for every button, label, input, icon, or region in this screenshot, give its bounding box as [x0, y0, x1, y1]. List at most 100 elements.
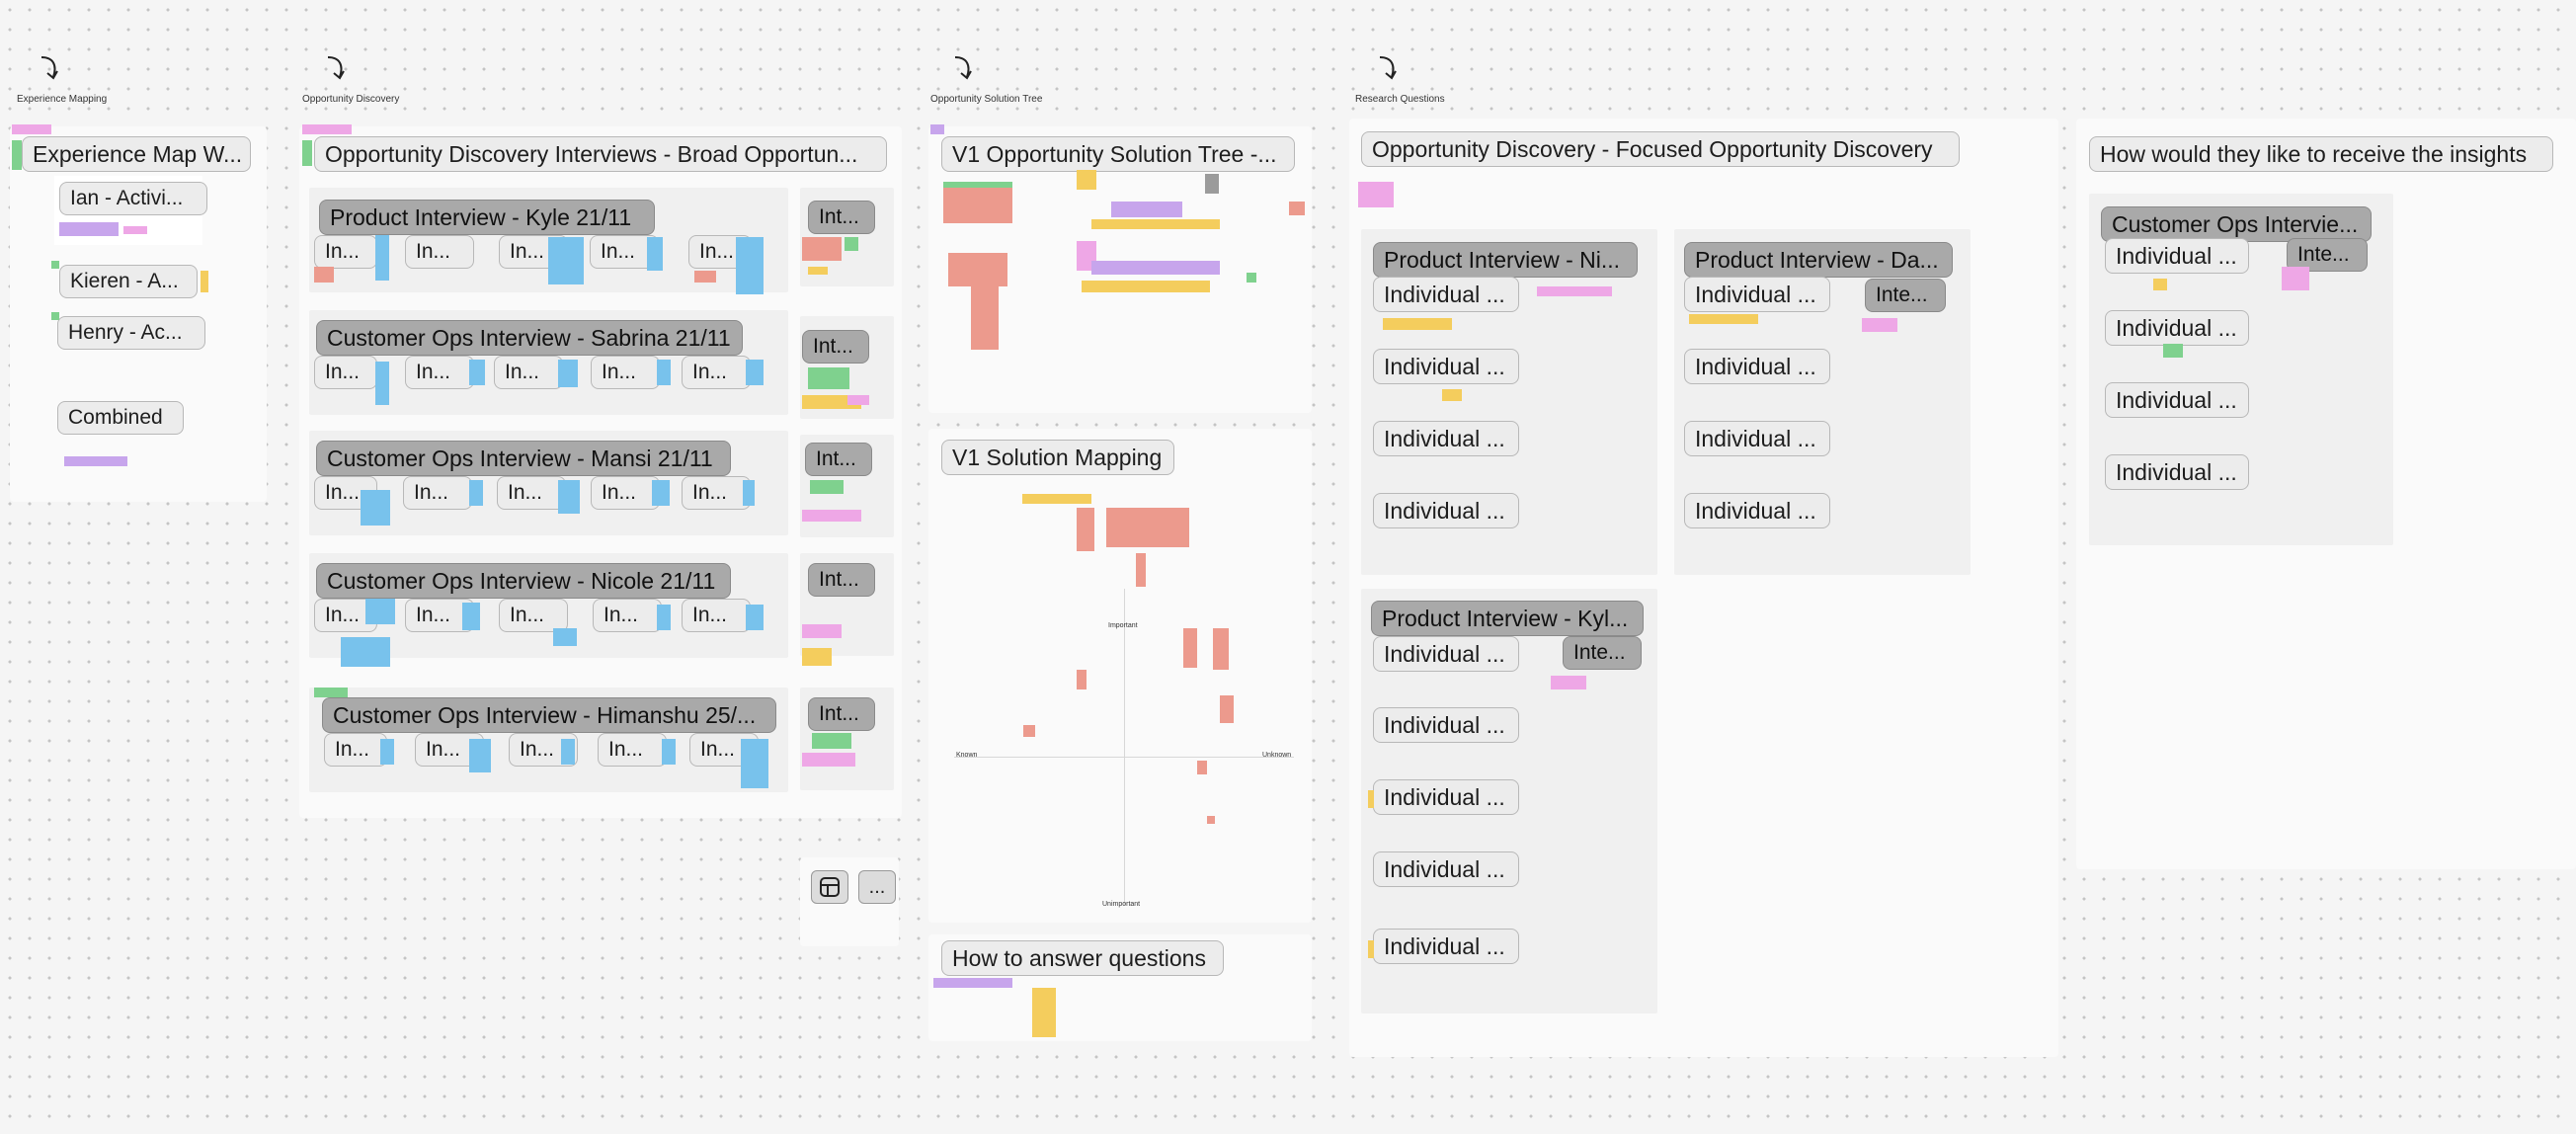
cell-label[interactable]: In... [593, 599, 662, 632]
cell-label[interactable]: In... [591, 476, 660, 510]
sticky-note[interactable] [845, 237, 858, 251]
frame-label-interview-mansi[interactable]: Customer Ops Interview - Mansi 21/11 [316, 441, 731, 476]
sticky-note[interactable] [469, 739, 491, 772]
sticky-note[interactable] [802, 624, 842, 638]
sticky-note[interactable] [1111, 202, 1182, 217]
frame-label-inte[interactable]: Inte... [1865, 279, 1946, 312]
cell-label[interactable]: In... [598, 733, 667, 767]
cell-label[interactable]: Individual ... [2105, 382, 2249, 418]
frame-label-product-da[interactable]: Product Interview - Da... [1684, 242, 1953, 278]
frame-label-kieren[interactable]: Kieren - A... [59, 265, 198, 298]
sticky-note[interactable] [741, 739, 768, 788]
layout-button[interactable] [811, 870, 848, 904]
frame-label-int[interactable]: Int... [802, 330, 869, 364]
sticky-note[interactable] [1213, 628, 1229, 670]
sticky-note[interactable] [943, 182, 1012, 188]
sticky-note[interactable] [462, 603, 480, 630]
sticky-note[interactable] [314, 267, 334, 283]
sticky-note[interactable] [553, 628, 577, 646]
frame-label-v1-tree[interactable]: V1 Opportunity Solution Tree -... [941, 136, 1295, 172]
sticky-note[interactable] [802, 753, 855, 767]
cell-label[interactable]: Individual ... [1373, 929, 1519, 964]
sticky-note[interactable] [1091, 261, 1220, 275]
cell-label[interactable]: Individual ... [1684, 493, 1830, 528]
frame-label-how-to[interactable]: How to answer questions [941, 940, 1224, 976]
sticky-note[interactable] [1197, 761, 1207, 774]
sticky-note[interactable] [375, 235, 389, 281]
sticky-note[interactable] [808, 267, 828, 275]
cell-label[interactable]: In... [324, 733, 387, 767]
sticky-note[interactable] [1091, 219, 1220, 229]
sticky-note[interactable] [1442, 389, 1462, 401]
sticky-note[interactable] [51, 312, 59, 320]
cell-label[interactable]: In... [314, 356, 377, 389]
sticky-note[interactable] [561, 739, 575, 765]
sticky-note[interactable] [657, 605, 671, 630]
sticky-note[interactable] [123, 226, 147, 234]
sticky-note[interactable] [652, 480, 670, 506]
cell-label[interactable]: Individual ... [2105, 454, 2249, 490]
sticky-note[interactable] [64, 456, 127, 466]
sticky-note[interactable] [1368, 940, 1374, 958]
frame-label-int[interactable]: Int... [808, 697, 875, 731]
sticky-note[interactable] [802, 648, 832, 666]
sticky-note[interactable] [802, 237, 842, 261]
cell-label[interactable]: Individual ... [1684, 349, 1830, 384]
sticky-note[interactable] [1022, 494, 1091, 504]
sticky-note[interactable] [743, 480, 755, 506]
v1-solution-mapping-panel[interactable] [928, 429, 1312, 923]
sticky-note[interactable] [341, 637, 390, 667]
frame-label-int[interactable]: Int... [808, 563, 875, 597]
cell-label[interactable]: Individual ... [1684, 421, 1830, 456]
frame-label-interview-nicole[interactable]: Customer Ops Interview - Nicole 21/11 [316, 563, 731, 599]
sticky-note[interactable] [802, 510, 861, 522]
cell-label[interactable]: Individual ... [2105, 310, 2249, 346]
frame-label-interview-sabrina[interactable]: Customer Ops Interview - Sabrina 21/11 [316, 320, 743, 356]
sticky-note[interactable] [302, 124, 352, 134]
frame-label-insights[interactable]: How would they like to receive the insig… [2089, 136, 2553, 172]
sticky-note[interactable] [1289, 202, 1305, 215]
cell-label[interactable]: Individual ... [1373, 493, 1519, 528]
cell-label[interactable]: Individual ... [1373, 277, 1519, 312]
sticky-note[interactable] [1537, 286, 1612, 296]
frame-label-ian[interactable]: Ian - Activi... [59, 182, 207, 215]
sticky-note[interactable] [1082, 281, 1210, 292]
cell-label[interactable]: In... [682, 599, 751, 632]
cell-label[interactable]: Individual ... [1373, 779, 1519, 815]
sticky-note[interactable] [380, 739, 394, 765]
sticky-note[interactable] [1205, 174, 1219, 194]
sticky-note[interactable] [1207, 816, 1215, 824]
sticky-note[interactable] [736, 237, 764, 294]
frame-label-customer-ops[interactable]: Customer Ops Intervie... [2101, 206, 2372, 242]
sticky-note[interactable] [2282, 267, 2309, 290]
frame-label-inte[interactable]: Inte... [1563, 636, 1642, 670]
sticky-note[interactable] [51, 261, 59, 269]
sticky-note[interactable] [1023, 725, 1035, 737]
cell-label[interactable]: Individual ... [1373, 421, 1519, 456]
cell-label[interactable]: In... [403, 476, 472, 510]
sticky-note[interactable] [847, 395, 869, 405]
cell-label[interactable]: In... [591, 356, 660, 389]
sticky-note[interactable] [810, 480, 844, 494]
sticky-note[interactable] [1077, 670, 1087, 689]
cell-label[interactable]: Individual ... [2105, 238, 2249, 274]
frame-label-int[interactable]: Int... [805, 443, 872, 476]
sticky-note[interactable] [1551, 676, 1586, 689]
frame-label-int[interactable]: Int... [808, 201, 875, 234]
frame-label-product-ni[interactable]: Product Interview - Ni... [1373, 242, 1638, 278]
sticky-note[interactable] [746, 360, 764, 385]
cell-label[interactable]: In... [682, 476, 751, 510]
sticky-note[interactable] [948, 253, 1007, 286]
sticky-note[interactable] [1136, 553, 1146, 587]
sticky-note[interactable] [548, 237, 584, 284]
sticky-note[interactable] [1862, 318, 1897, 332]
cell-label[interactable]: In... [497, 476, 566, 510]
sticky-note[interactable] [1689, 314, 1758, 324]
frame-label-interview-himanshu[interactable]: Customer Ops Interview - Himanshu 25/... [322, 697, 776, 733]
sticky-note[interactable] [1383, 318, 1452, 330]
sticky-note[interactable] [933, 978, 1012, 988]
sticky-note[interactable] [201, 271, 208, 292]
more-button[interactable]: ... [858, 870, 896, 904]
frame-label-focused-discovery[interactable]: Opportunity Discovery - Focused Opportun… [1361, 131, 1960, 167]
sticky-note[interactable] [375, 362, 389, 405]
